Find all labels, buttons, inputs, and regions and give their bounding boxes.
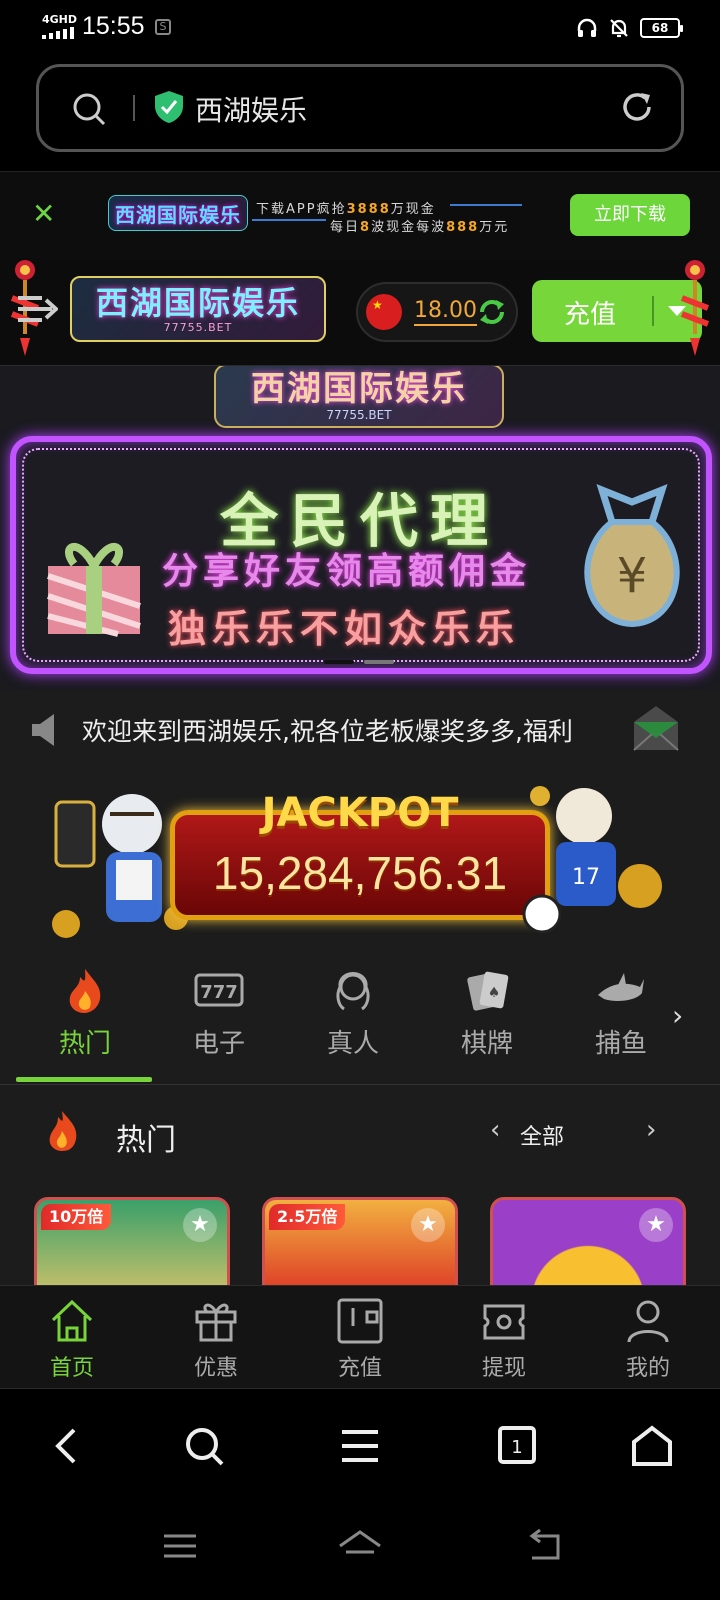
game-card[interactable]: ★ (490, 1197, 686, 1285)
banner-line-1: 下载APP疯抢3888万现金 (256, 202, 436, 217)
clock: 15:55 (82, 12, 145, 40)
back-icon[interactable] (526, 1526, 566, 1566)
mute-icon (610, 19, 628, 38)
balance-widget: ★ 18.00 (356, 282, 518, 342)
carousel-indicator (324, 660, 394, 664)
site-logo[interactable]: 西湖国际娱乐 77755.BET (70, 276, 326, 342)
app-notification-icon: S (155, 19, 171, 35)
star-icon[interactable]: ★ (183, 1208, 217, 1242)
live-dealer-icon (336, 972, 370, 1011)
speaker-icon (32, 714, 54, 746)
headphones-icon (577, 18, 597, 37)
download-banner: ✕ 西湖国际娱乐 下载APP疯抢3888万现金 每日8波现金每波888万元 立即… (0, 172, 720, 258)
download-now-button[interactable]: 立即下载 (570, 194, 690, 236)
star-icon[interactable]: ★ (411, 1208, 445, 1242)
svg-text:17: 17 (572, 865, 600, 890)
announcement-text: 欢迎来到西湖娱乐,祝各位老板爆奖多多,福利 (82, 717, 573, 746)
promo-logo: 西湖国际娱乐 77755.BET (214, 366, 504, 428)
home-icon (51, 1299, 93, 1342)
announcement-bar: 欢迎来到西湖娱乐,祝各位老板爆奖多多,福利 (0, 690, 720, 770)
menu-icon[interactable] (16, 292, 58, 326)
tab-promotions[interactable]: 优惠 (144, 1296, 288, 1386)
search-icon[interactable] (71, 91, 107, 127)
cards-icon: ♠ (467, 971, 509, 1011)
search-icon[interactable] (182, 1424, 226, 1468)
tab-profile[interactable]: 我的 (576, 1296, 720, 1386)
gift-icon (195, 1303, 237, 1342)
reload-icon[interactable] (617, 87, 657, 127)
verified-shield-icon (155, 91, 183, 123)
network-type: 4GHD (42, 13, 78, 26)
browser-toolbar: 西湖娱乐 (0, 58, 720, 172)
status-bar: 4GHD 15:55 S 68 (0, 0, 720, 58)
filter-all[interactable]: 全部 (520, 1119, 564, 1151)
star-icon[interactable]: ★ (639, 1208, 673, 1242)
multiplier-tag: 10万倍 (41, 1204, 112, 1230)
fire-icon (49, 1111, 77, 1151)
balance-value: 18.00 (414, 298, 477, 326)
tab-home[interactable]: 首页 (0, 1296, 144, 1386)
address-text[interactable]: 西湖娱乐 (195, 89, 307, 129)
home-icon[interactable] (630, 1424, 674, 1468)
multiplier-tag: 2.5万倍 (269, 1204, 346, 1230)
home-icon[interactable] (336, 1526, 384, 1566)
browser-navigation: 1 (0, 1390, 720, 1500)
refresh-balance-icon[interactable] (476, 296, 508, 328)
tabs-icon[interactable]: 1 (496, 1424, 540, 1468)
game-card[interactable]: 2.5万倍 ★ (262, 1197, 458, 1285)
game-category-tabs: 热门 777 电子 真人 ♠ 棋牌 捕鱼 › (0, 945, 720, 1085)
banner-logo: 西湖国际娱乐 (108, 195, 248, 231)
hot-games-section: 热门 ‹ 全部 › 10万倍 ★ 2.5万倍 ★ ★ (0, 1085, 720, 1285)
promo-line-3: 独乐乐不如众乐乐 (168, 607, 521, 651)
svg-text:777: 777 (200, 982, 238, 1003)
category-tab-hot[interactable]: 热门 (16, 965, 154, 1065)
address-divider (133, 95, 135, 121)
money-bag-icon: ¥ (584, 484, 680, 628)
active-tab-indicator (16, 1077, 152, 1082)
slot-777-icon: 777 (194, 973, 244, 1007)
battery-icon: 68 (640, 18, 683, 38)
system-navigation (0, 1500, 720, 1600)
recents-icon[interactable] (160, 1526, 200, 1566)
game-card[interactable]: 10万倍 ★ (34, 1197, 230, 1285)
firecracker-icon (680, 260, 710, 356)
close-icon[interactable]: ✕ (32, 200, 55, 228)
category-tab-live[interactable]: 真人 (284, 965, 422, 1065)
mail-icon[interactable] (632, 704, 680, 752)
promo-carousel[interactable]: 西湖国际娱乐 77755.BET 全民代理 分享好友领高额佣金 独乐乐不如众乐乐… (0, 366, 720, 690)
tiger-mascot-icon: 17 (522, 786, 662, 934)
tab-withdraw[interactable]: 提现 (432, 1296, 576, 1386)
svg-text:¥: ¥ (617, 548, 648, 604)
category-tab-cards[interactable]: ♠ 棋牌 (418, 965, 556, 1065)
signal-icon (42, 27, 74, 39)
decor-line (252, 219, 326, 221)
fire-icon (69, 969, 101, 1013)
address-bar[interactable]: 西湖娱乐 (36, 64, 684, 152)
chevron-right-icon[interactable]: › (672, 999, 683, 1032)
category-tab-fishing[interactable]: 捕鱼 (552, 965, 690, 1065)
shark-icon (598, 973, 644, 1001)
chevron-left-icon[interactable]: ‹ (490, 1115, 500, 1145)
back-icon[interactable] (46, 1424, 90, 1468)
svg-text:♠: ♠ (488, 985, 501, 1001)
svg-text:1: 1 (511, 1437, 522, 1458)
jackpot-banner: JACKPOT 15,284,756.31 17 (0, 770, 720, 945)
user-icon (627, 1300, 669, 1343)
menu-icon[interactable] (338, 1424, 382, 1468)
china-flag-icon: ★ (366, 294, 402, 330)
section-title: 热门 (116, 1123, 176, 1158)
site-header: 西湖国际娱乐 77755.BET ★ 18.00 充值 (0, 258, 720, 366)
wallet-icon (337, 1298, 383, 1344)
category-tab-slots[interactable]: 777 电子 (150, 965, 288, 1065)
chevron-right-icon[interactable]: › (646, 1115, 656, 1145)
decor-line (450, 204, 522, 206)
bottom-tab-bar: 首页 优惠 充值 提现 我的 (0, 1285, 720, 1389)
tab-recharge[interactable]: 充值 (288, 1296, 432, 1386)
banner-line-2: 每日8波现金每波888万元 (330, 220, 510, 235)
withdraw-icon (483, 1304, 525, 1340)
promo-line-2: 分享好友领高额佣金 (162, 551, 532, 592)
